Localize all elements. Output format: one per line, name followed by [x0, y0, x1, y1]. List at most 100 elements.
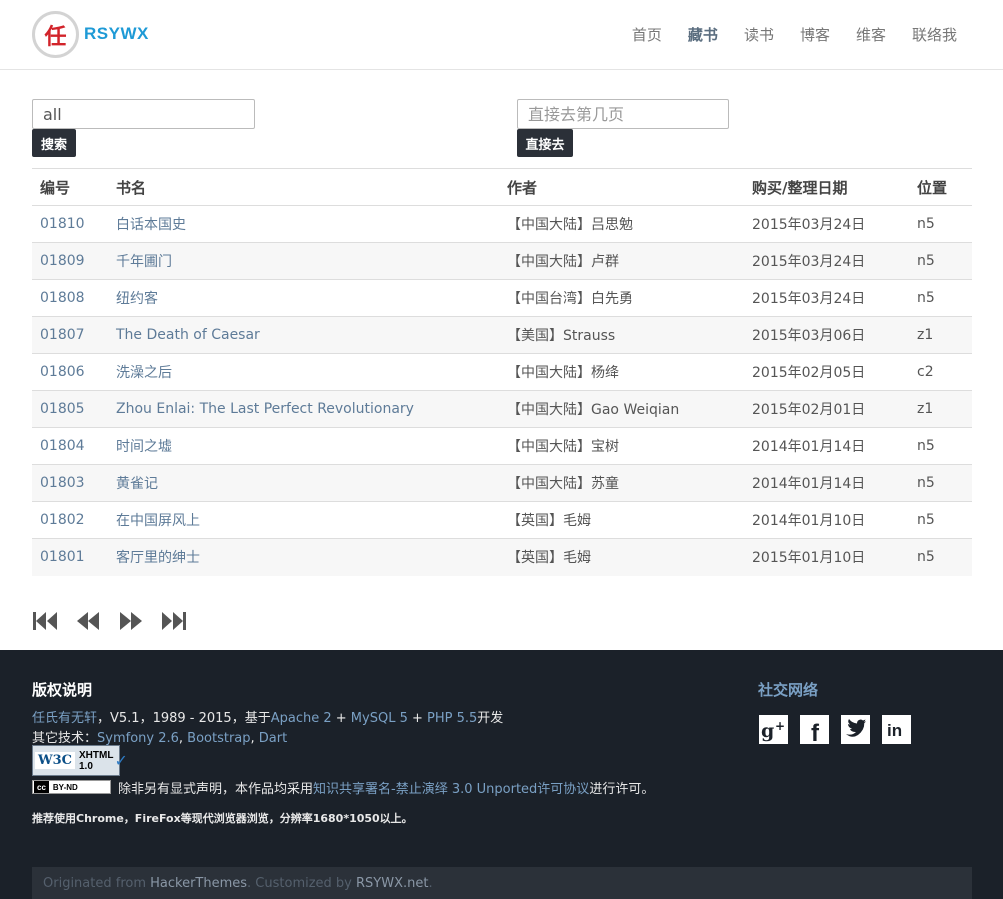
table-row: 01808 纽约客 【中国台湾】白先勇 2015年03月24日 n5 [32, 279, 972, 317]
twitter-icon[interactable] [841, 715, 870, 744]
table-row: 01801 客厅里的绅士 【英国】毛姆 2015年01月10日 n5 [32, 538, 972, 576]
browser-recommendation: 推荐使用Chrome，FireFox等现代浏览器浏览，分辨率1680*1050以… [32, 812, 413, 825]
last-page-icon[interactable] [161, 610, 187, 632]
w3c-xhtml-badge[interactable]: W3C XHTML 1.0 ✓ [32, 745, 128, 776]
book-author: 【中国大陆】卢群 [499, 242, 744, 280]
site-logo[interactable]: 任 [32, 11, 79, 58]
nav-wiki[interactable]: 维客 [856, 24, 886, 45]
book-author: 【中国台湾】白先勇 [499, 279, 744, 317]
google-plus-icon[interactable]: g + [759, 715, 788, 744]
w3c-text: W3C [35, 752, 75, 769]
book-date: 2014年01月14日 [744, 427, 909, 465]
license-suffix: 进行许可。 [589, 782, 655, 797]
xhtml-text: XHTML 1.0 [79, 750, 113, 772]
plus-text: + [331, 711, 351, 726]
book-title-link[interactable]: The Death of Caesar [108, 316, 499, 354]
by-nd-text: BY-ND [52, 782, 78, 792]
book-id-link[interactable]: 01802 [32, 501, 108, 539]
social-title: 社交网络 [758, 681, 819, 699]
nav-home[interactable]: 首页 [632, 24, 662, 45]
books-table: 编号 书名 作者 购买/整理日期 位置 01810 白话本国史 【中国大陆】吕思勉 2… [32, 168, 972, 576]
hackerthemes-link[interactable]: HackerThemes [150, 876, 247, 891]
book-title-link[interactable]: 时间之墟 [108, 427, 499, 465]
nav-books[interactable]: 藏书 [688, 24, 718, 45]
book-title-link[interactable]: 洗澡之后 [108, 353, 499, 391]
credits-prefix: Originated from [43, 876, 151, 891]
rsywx-link[interactable]: RSYWX.net [356, 876, 428, 891]
credits-bar: Originated from HackerThemes. Customized… [32, 867, 972, 899]
logo-char: 任 [44, 23, 67, 50]
goto-page-input[interactable] [517, 99, 729, 129]
license-line: 除非另有显式声明，本作品均采用知识共享署名-禁止演绎 3.0 Unported许… [118, 778, 654, 797]
mysql-link[interactable]: MySQL 5 [351, 711, 408, 726]
php-link[interactable]: PHP 5.5 [427, 711, 477, 726]
book-location: n5 [909, 464, 972, 502]
book-id-link[interactable]: 01806 [32, 353, 108, 391]
book-date: 2015年01月10日 [744, 538, 909, 576]
brand-link[interactable]: RSYWX [84, 24, 149, 44]
book-location: z1 [909, 316, 972, 354]
book-author: 【英国】毛姆 [499, 538, 744, 576]
cc-license-badge[interactable]: cc BY-ND [32, 780, 111, 794]
table-row: 01802 在中国屏风上 【英国】毛姆 2014年01月10日 n5 [32, 501, 972, 539]
book-title-link[interactable]: 在中国屏风上 [108, 501, 499, 539]
facebook-icon[interactable]: f [800, 715, 829, 744]
col-location: 位置 [909, 168, 972, 206]
symfony-link[interactable]: Symfony 2.6 [97, 731, 179, 746]
book-date: 2015年02月05日 [744, 353, 909, 391]
site-footer: 版权说明 任氏有无轩，V5.1，1989 - 2015，基于Apache 2 +… [0, 650, 1003, 899]
book-id-link[interactable]: 01805 [32, 390, 108, 428]
xhtml-version: 1.0 [79, 760, 93, 772]
xhtml-label: XHTML [79, 749, 114, 761]
table-row: 01809 千年圃门 【中国大陆】卢群 2015年03月24日 n5 [32, 242, 972, 280]
book-id-link[interactable]: 01804 [32, 427, 108, 465]
nav-reading[interactable]: 读书 [744, 24, 774, 45]
book-title-link[interactable]: 黄雀记 [108, 464, 499, 502]
svg-text:in: in [887, 721, 902, 740]
nav-contact[interactable]: 联络我 [912, 24, 957, 45]
previous-page-icon[interactable] [75, 610, 101, 632]
apache-link[interactable]: Apache 2 [271, 711, 332, 726]
col-title: 书名 [108, 168, 499, 206]
table-header-row: 编号 书名 作者 购买/整理日期 位置 [32, 168, 972, 206]
book-title-link[interactable]: 千年圃门 [108, 242, 499, 280]
book-location: n5 [909, 501, 972, 539]
book-date: 2015年03月24日 [744, 242, 909, 280]
book-title-link[interactable]: 纽约客 [108, 279, 499, 317]
book-author: 【中国大陆】苏童 [499, 464, 744, 502]
next-page-icon[interactable] [118, 610, 144, 632]
book-id-link[interactable]: 01810 [32, 205, 108, 243]
book-id-link[interactable]: 01801 [32, 538, 108, 576]
main-nav: 首页 藏书 读书 博客 维客 联络我 [606, 24, 957, 45]
nav-blog[interactable]: 博客 [800, 24, 830, 45]
book-location: n5 [909, 427, 972, 465]
book-date: 2015年02月01日 [744, 390, 909, 428]
book-id-link[interactable]: 01807 [32, 316, 108, 354]
book-title-link[interactable]: 客厅里的绅士 [108, 538, 499, 576]
book-id-link[interactable]: 01808 [32, 279, 108, 317]
table-row: 01804 时间之墟 【中国大陆】宝树 2014年01月14日 n5 [32, 427, 972, 465]
book-id-link[interactable]: 01803 [32, 464, 108, 502]
license-link[interactable]: 知识共享署名-禁止演绎 3.0 Unported许可协议 [313, 782, 589, 797]
svg-text:f: f [811, 720, 820, 744]
book-location: n5 [909, 538, 972, 576]
dev-text: 开发 [477, 711, 504, 726]
license-prefix: 除非另有显式声明，本作品均采用 [118, 782, 314, 797]
search-input[interactable] [32, 99, 255, 129]
book-id-link[interactable]: 01809 [32, 242, 108, 280]
book-title-link[interactable]: 白话本国史 [108, 205, 499, 243]
col-id: 编号 [32, 168, 108, 206]
sep-text: , [250, 731, 259, 746]
copyright-title: 版权说明 [32, 681, 93, 699]
owner-link[interactable]: 任氏有无轩 [32, 711, 97, 726]
goto-page-button[interactable]: 直接去 [517, 129, 573, 157]
book-title-link[interactable]: Zhou Enlai: The Last Perfect Revolutiona… [108, 390, 499, 428]
book-date: 2015年03月24日 [744, 205, 909, 243]
dart-link[interactable]: Dart [259, 731, 287, 746]
book-author: 【中国大陆】杨绛 [499, 353, 744, 391]
first-page-icon[interactable] [32, 610, 58, 632]
linkedin-icon[interactable]: in [882, 715, 911, 744]
footer-line-tech: 任氏有无轩，V5.1，1989 - 2015，基于Apache 2 + MySQ… [32, 707, 503, 726]
bootstrap-link[interactable]: Bootstrap [187, 731, 250, 746]
search-button[interactable]: 搜索 [32, 129, 76, 157]
